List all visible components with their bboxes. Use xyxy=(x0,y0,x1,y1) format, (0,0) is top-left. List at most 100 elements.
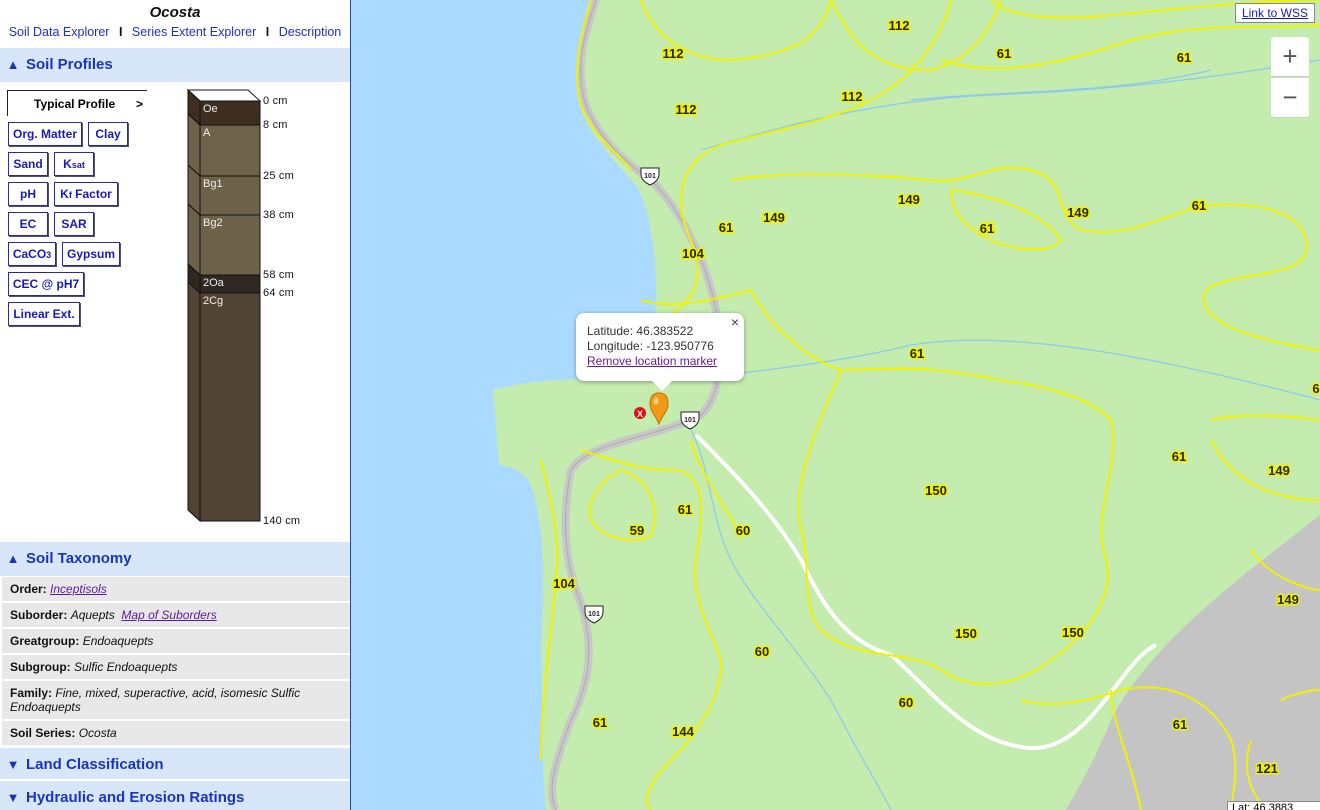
series-value: Ocosta xyxy=(78,726,117,740)
taxonomy-series-row: Soil Series: Ocosta xyxy=(2,721,350,745)
map-unit-label[interactable]: 149 xyxy=(762,209,787,227)
taxonomy-greatgroup-row: Greatgroup: Endoaquepts xyxy=(2,629,350,653)
horizon-side xyxy=(187,280,201,523)
nav-series-extent-explorer[interactable]: Series Extent Explorer xyxy=(132,25,256,39)
order-link[interactable]: Inceptisols xyxy=(50,582,107,596)
map-unit-label[interactable]: 6 xyxy=(1311,380,1320,398)
map-unit-label[interactable]: 150 xyxy=(924,482,949,500)
sar-button[interactable]: SAR xyxy=(54,212,94,236)
cec-ph7-button[interactable]: CEC @ pH7 xyxy=(8,272,84,296)
map-unit-label[interactable]: 61 xyxy=(1175,49,1192,67)
map-unit-label[interactable]: 59 xyxy=(628,522,645,540)
map-unit-label[interactable]: 61 xyxy=(1171,716,1188,734)
map-unit-label[interactable]: 61 xyxy=(978,220,995,238)
expand-triangle-icon: ▼ xyxy=(6,757,20,772)
tab-arrow-icon: > xyxy=(135,97,143,111)
horizon-label: Oe xyxy=(203,103,218,115)
map-unit-label[interactable]: 112 xyxy=(840,88,864,106)
expand-triangle-icon: ▼ xyxy=(6,790,20,805)
horizon-side xyxy=(187,202,201,277)
depth-label: 25 cm xyxy=(263,170,294,182)
location-popup: × Latitude: 46.383522 Longitude: -123.95… xyxy=(576,313,744,391)
family-label: Family: xyxy=(10,686,53,700)
map-unit-label[interactable]: 61 xyxy=(676,501,693,519)
gypsum-button[interactable]: Gypsum xyxy=(62,242,120,266)
map-unit-label[interactable]: 60 xyxy=(753,643,770,661)
kf-factor-button[interactable]: Kf Factor xyxy=(54,182,118,206)
collapse-triangle-icon: ▲ xyxy=(6,551,20,566)
link-to-wss[interactable]: Link to WSS xyxy=(1234,3,1315,23)
x-marker-label: X xyxy=(637,409,643,419)
series-nav: Soil Data Explorer I Series Extent Explo… xyxy=(0,22,350,42)
map-unit-label[interactable]: 149 xyxy=(897,191,922,209)
kf-button-rest: Factor xyxy=(71,187,112,201)
taxonomy-family-row: Family: Fine, mixed, superactive, acid, … xyxy=(2,681,350,719)
nav-soil-data-explorer[interactable]: Soil Data Explorer xyxy=(9,25,110,39)
soil-map[interactable]: 101 101 101 112 112 112 112 61 61 61 61 … xyxy=(351,0,1320,810)
x-marker-icon[interactable]: X xyxy=(634,407,646,419)
clay-button[interactable]: Clay xyxy=(88,122,128,146)
soil-taxonomy-header[interactable]: ▲ Soil Taxonomy xyxy=(0,540,350,576)
map-unit-label[interactable]: 60 xyxy=(734,522,751,540)
zoom-out-button[interactable]: − xyxy=(1271,78,1309,118)
map-unit-label[interactable]: 149 xyxy=(1276,591,1301,609)
subgroup-label: Subgroup: xyxy=(10,660,71,674)
ph-button[interactable]: pH xyxy=(8,182,48,206)
map-unit-label[interactable]: 121 xyxy=(1255,760,1280,778)
map-unit-label[interactable]: 104 xyxy=(552,575,577,593)
remove-location-marker-link[interactable]: Remove location marker xyxy=(587,354,744,369)
profile-svg xyxy=(186,88,262,523)
popup-close-icon[interactable]: × xyxy=(731,315,739,330)
map-unit-label[interactable]: 61 xyxy=(1170,448,1187,466)
map-canvas[interactable]: 101 101 101 112 112 112 112 61 61 61 61 … xyxy=(351,0,1320,810)
map-unit-label[interactable]: 61 xyxy=(995,45,1012,63)
org-matter-button[interactable]: Org. Matter xyxy=(8,122,82,146)
ksat-button[interactable]: Ksat xyxy=(54,152,94,176)
horizon-2cg[interactable] xyxy=(199,292,261,522)
horizon-label: Bg1 xyxy=(203,178,223,190)
map-unit-label[interactable]: 112 xyxy=(887,17,911,35)
map-unit-label[interactable]: 112 xyxy=(661,45,685,63)
map-unit-label[interactable]: 144 xyxy=(671,723,696,741)
depth-label: 58 cm xyxy=(263,269,294,281)
map-unit-label[interactable]: 104 xyxy=(681,245,706,263)
soil-profiles-header[interactable]: ▲ Soil Profiles xyxy=(0,46,350,82)
route-shield-label: 101 xyxy=(588,611,600,618)
horizon-label: 2Cg xyxy=(203,295,224,307)
map-of-suborders-link[interactable]: Map of Suborders xyxy=(121,608,216,622)
ksat-button-sub: sat xyxy=(71,160,85,170)
tab-typical-profile-label: Typical Profile xyxy=(34,97,116,111)
depth-label: 38 cm xyxy=(263,209,294,221)
map-unit-label[interactable]: 61 xyxy=(908,345,925,363)
longitude-label: Longitude: xyxy=(587,339,644,353)
coordinate-readout: Lat: 46.3883 xyxy=(1227,801,1320,810)
zoom-in-button[interactable]: + xyxy=(1271,37,1309,77)
order-label: Order: xyxy=(10,582,47,596)
hydraulic-erosion-header[interactable]: ▼ Hydraulic and Erosion Ratings xyxy=(0,779,350,810)
caco3-button[interactable]: CaCO3 xyxy=(8,242,56,266)
nav-description[interactable]: Description xyxy=(279,25,342,39)
location-pin-icon[interactable] xyxy=(649,392,669,426)
tab-typical-profile[interactable]: Typical Profile > xyxy=(7,90,147,116)
popup-longitude: Longitude: -123.950776 xyxy=(587,339,744,354)
water-body xyxy=(351,0,657,810)
greatgroup-value: Endoaquepts xyxy=(82,634,154,648)
map-unit-label[interactable]: 150 xyxy=(954,625,979,643)
map-unit-label[interactable]: 149 xyxy=(1267,462,1292,480)
nav-separator: I xyxy=(118,25,123,39)
sand-button[interactable]: Sand xyxy=(8,152,48,176)
land-classification-header[interactable]: ▼ Land Classification xyxy=(0,746,350,782)
map-unit-label[interactable]: 149 xyxy=(1066,204,1091,222)
soil-taxonomy-header-label: Soil Taxonomy xyxy=(26,550,132,567)
ec-button[interactable]: EC xyxy=(8,212,48,236)
latitude-value: 46.383522 xyxy=(636,324,694,338)
map-unit-label[interactable]: 61 xyxy=(591,714,608,732)
linear-ext-button[interactable]: Linear Ext. xyxy=(8,302,80,326)
map-unit-label[interactable]: 61 xyxy=(1190,197,1207,215)
sidebar: Ocosta Soil Data Explorer I Series Exten… xyxy=(0,0,351,810)
map-unit-label[interactable]: 112 xyxy=(674,101,698,119)
latitude-label: Latitude: xyxy=(587,324,634,338)
map-unit-label[interactable]: 60 xyxy=(897,694,914,712)
map-unit-label[interactable]: 150 xyxy=(1061,624,1086,642)
map-unit-label[interactable]: 61 xyxy=(717,219,734,237)
